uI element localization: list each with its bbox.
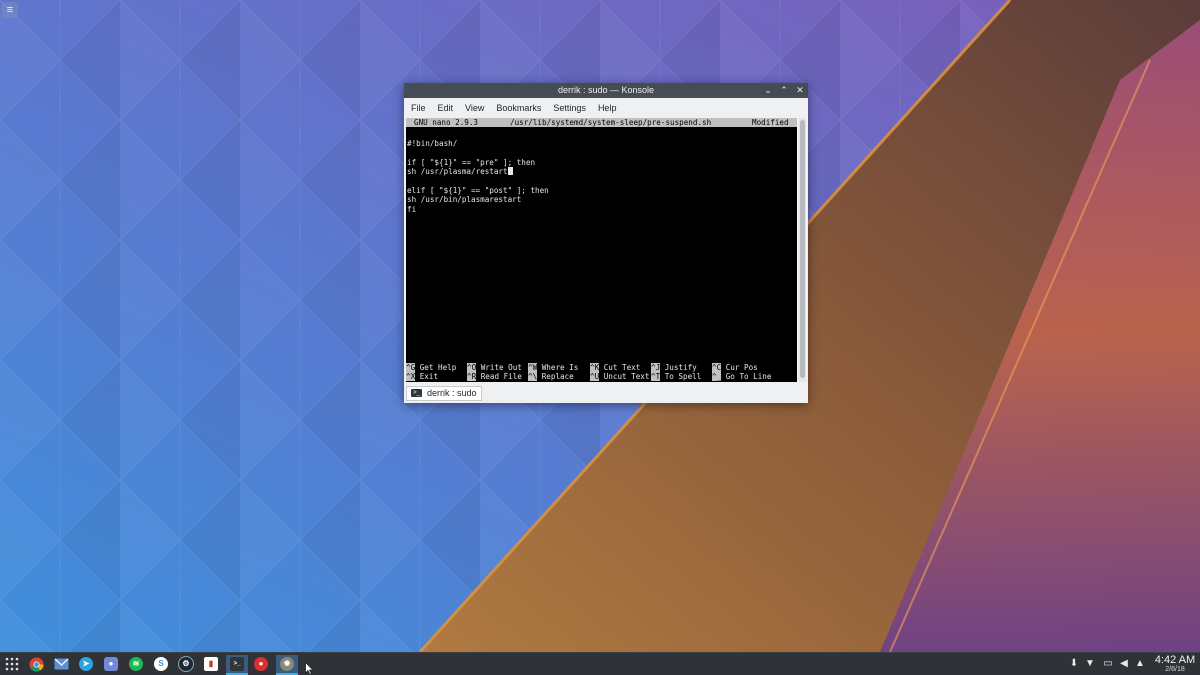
shortcut-justify: ^J Justify (651, 363, 697, 372)
window-title: derrik : sudo — Konsole (557, 85, 655, 95)
shortcut-exit: ^X Exit (406, 372, 439, 382)
shortcut-key: ^C (712, 363, 722, 372)
clock-date[interactable]: 2/6/18 (1150, 666, 1200, 673)
code-line: #!bin/bash/ (407, 139, 458, 148)
shortcut-key: ^O (467, 363, 477, 372)
menu-edit[interactable]: Edit (431, 103, 459, 113)
tab-derrik-sudo[interactable]: >_ derrik : sudo (406, 386, 482, 401)
volume-icon[interactable]: ◀ (1117, 656, 1131, 672)
discord-icon[interactable]: ● (102, 655, 120, 673)
app-launcher-icon[interactable] (3, 655, 21, 673)
shortcut-write-out: ^O Write Out (467, 363, 522, 372)
shortcut-go-to-line: ^_ Go To Line (712, 372, 772, 382)
shortcut-label: To Spell (664, 372, 702, 382)
scrollbar-thumb[interactable] (800, 120, 805, 378)
minimize-icon[interactable]: ⌄ (762, 84, 774, 96)
tab-label: derrik : sudo (427, 388, 477, 398)
app-red-icon[interactable]: ▮ (202, 655, 220, 673)
menu-settings[interactable]: Settings (546, 103, 591, 113)
terminal-area[interactable]: GNU nano 2.9.3 /usr/lib/systemd/system-s… (406, 118, 797, 382)
shortcut-replace: ^\ Replace (528, 372, 574, 382)
menu-help[interactable]: Help (591, 103, 622, 113)
mail-icon[interactable] (52, 655, 70, 673)
chrome-icon[interactable] (27, 655, 45, 673)
shortcut-key: ^R (467, 372, 477, 382)
shortcut-label: Exit (419, 372, 439, 382)
code-line: elif [ "${1}" == "post" ]; then (407, 185, 549, 195)
wifi-icon[interactable]: ▼ (1083, 656, 1097, 672)
nano-filename: /usr/lib/systemd/system-sleep/pre-suspen… (510, 118, 712, 127)
shortcut-label: Cur Pos (725, 363, 758, 372)
file-content[interactable]: #!bin/bash/ if [ "${1}" == "pre" ]; then… (407, 139, 549, 214)
download-icon[interactable]: ⬇ (1067, 656, 1081, 672)
konsole-window: derrik : sudo — Konsole ⌄ ⌃ ✕ File Edit … (404, 83, 808, 403)
terminal-icon: >_ (411, 389, 422, 397)
nano-version: GNU nano 2.9.3 (414, 118, 479, 127)
menu-bar: File Edit View Bookmarks Settings Help (404, 99, 808, 116)
battery-icon[interactable]: ▭ (1101, 656, 1115, 672)
shortcut-key: ^K (590, 363, 600, 372)
shortcut-get-help: ^G Get Help (406, 363, 456, 372)
expand-tray-icon[interactable]: ▲ (1133, 656, 1147, 672)
simplenote-icon[interactable]: S (152, 655, 170, 673)
code-line: sh /usr/bin/plasmarestart (407, 195, 522, 205)
shortcut-where-is: ^W Where Is (528, 363, 578, 372)
shortcut-key: ^T (651, 372, 661, 382)
maximize-icon[interactable]: ⌃ (778, 84, 790, 96)
shortcut-key: ^G (406, 363, 416, 372)
telegram-icon[interactable]: ➤ (77, 655, 95, 673)
gimp-icon[interactable]: ◉ (276, 655, 298, 675)
shortcut-key: ^\ (528, 372, 538, 382)
shortcut-cur-pos: ^C Cur Pos (712, 363, 758, 372)
shortcut-label: Replace (541, 372, 574, 382)
nano-header: GNU nano 2.9.3 /usr/lib/systemd/system-s… (406, 118, 797, 127)
code-line-with-cursor: sh /usr/plasma/restart (407, 167, 549, 176)
shortcut-key: ^W (528, 363, 538, 372)
nano-status: Modified (752, 118, 789, 127)
window-titlebar[interactable]: derrik : sudo — Konsole ⌄ ⌃ ✕ (404, 83, 808, 98)
taskbar: ➤ ● ≋ S ⚙ ▮ >_ ● ◉ ⬇ ▼ ▭ ◀ ▲ 4:42 AM 2/6… (0, 652, 1200, 675)
clock-time[interactable]: 4:42 AM (1150, 654, 1200, 666)
shortcut-key: ^X (406, 372, 416, 382)
shortcut-label: Uncut Text (603, 372, 650, 382)
code-line: fi (407, 204, 417, 214)
tomato-icon[interactable]: ● (252, 655, 270, 673)
menu-file[interactable]: File (404, 103, 431, 113)
shortcut-uncut-text: ^U Uncut Text (590, 372, 650, 382)
shortcut-cut-text: ^K Cut Text (590, 363, 640, 372)
nano-shortcut-bar: ^G Get Help ^O Write Out ^W Where Is ^K … (406, 363, 797, 382)
shortcut-key: ^J (651, 363, 661, 372)
menu-view[interactable]: View (458, 103, 489, 113)
shortcut-label: Write Out (480, 363, 522, 372)
code-line-text: sh /usr/plasma/restart (407, 167, 508, 177)
shortcut-to-spell: ^T To Spell (651, 372, 702, 382)
shortcut-label: Cut Text (603, 363, 641, 372)
close-icon[interactable]: ✕ (794, 84, 806, 96)
mouse-pointer-icon (305, 662, 314, 675)
menu-bookmarks[interactable]: Bookmarks (489, 103, 546, 113)
konsole-icon[interactable]: >_ (226, 655, 248, 675)
spotify-icon[interactable]: ≋ (127, 655, 145, 673)
code-line: if [ "${1}" == "pre" ]; then (407, 157, 536, 167)
text-cursor (507, 167, 513, 176)
tab-bar: >_ derrik : sudo (404, 384, 808, 403)
terminal-scrollbar[interactable] (799, 118, 806, 382)
steam-icon[interactable]: ⚙ (177, 655, 195, 673)
shortcut-label: Get Help (419, 363, 457, 372)
shortcut-label: Go To Line (725, 372, 772, 382)
shortcut-read-file: ^R Read File (467, 372, 522, 382)
shortcut-label: Read File (480, 372, 522, 382)
desktop-toolbox-icon[interactable]: ≡ (2, 2, 18, 18)
shortcut-key: ^U (590, 372, 600, 382)
shortcut-label: Justify (664, 363, 697, 372)
shortcut-key: ^_ (712, 372, 722, 382)
shortcut-label: Where Is (541, 363, 579, 372)
